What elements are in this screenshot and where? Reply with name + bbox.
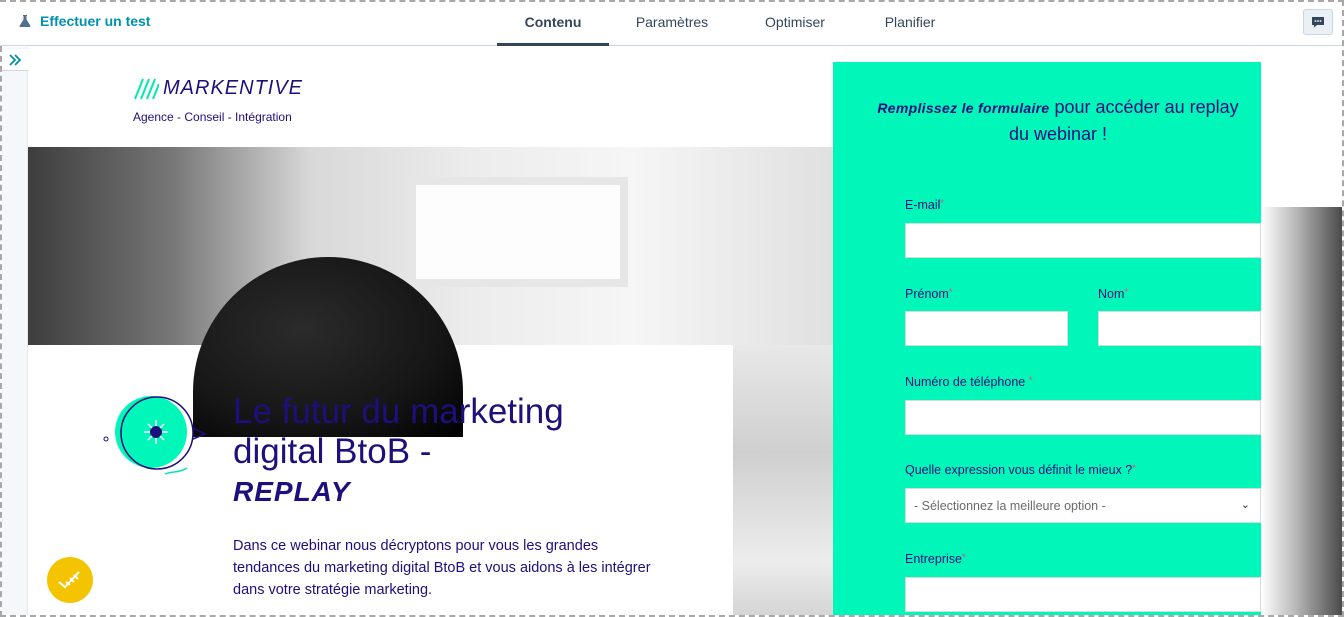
lastname-field[interactable] xyxy=(1098,311,1261,346)
phone-label: Numéro de téléphone * xyxy=(905,375,1033,389)
editor-tabs: Contenu Paramètres Optimiser Planifier xyxy=(497,0,965,46)
lastname-label: Nom* xyxy=(1098,287,1128,301)
tab-planifier[interactable]: Planifier xyxy=(855,0,965,46)
form-title-emphasis: Remplissez le formulaire xyxy=(877,100,1050,116)
page-canvas: MARKENTIVE Agence - Conseil - Intégratio… xyxy=(28,47,1342,615)
page-headline: Le futur du marketing digital BtoB - REP… xyxy=(233,392,653,512)
headline-main: Le futur du marketing digital BtoB - xyxy=(233,392,564,471)
required-mark: * xyxy=(948,287,953,297)
expand-icon xyxy=(9,53,22,66)
photo-window xyxy=(408,177,628,287)
logo-tagline: Agence - Conseil - Intégration xyxy=(133,110,292,124)
headline-replay: REPLAY xyxy=(233,476,351,507)
tab-contenu[interactable]: Contenu xyxy=(497,0,609,46)
chat-icon xyxy=(1312,17,1324,28)
required-mark: * xyxy=(1132,463,1136,473)
left-gutter xyxy=(2,47,28,615)
phone-field[interactable] xyxy=(905,400,1261,435)
expression-label: Quelle expression vous définit le mieux … xyxy=(905,463,1136,477)
webinar-bubble-icon xyxy=(103,396,207,475)
logo-wordmark: MARKENTIVE xyxy=(163,77,304,99)
page-description: Dans ce webinar nous décryptons pour vou… xyxy=(233,538,651,598)
tab-parametres[interactable]: Paramètres xyxy=(609,0,735,46)
firstname-label: Prénom* xyxy=(905,287,953,301)
frame-border-top xyxy=(0,0,1344,2)
email-field[interactable] xyxy=(905,223,1261,258)
editor-topbar: Effectuer un test Contenu Paramètres Opt… xyxy=(0,0,1344,46)
form-title: Remplissez le formulaire pour accéder au… xyxy=(873,94,1243,147)
markentive-logo[interactable]: MARKENTIVE Agence - Conseil - Intégratio… xyxy=(133,77,303,124)
required-mark: * xyxy=(1028,375,1033,385)
required-mark: * xyxy=(961,552,966,562)
right-photo-strip xyxy=(1261,207,1342,615)
logo-stripes-icon xyxy=(134,78,159,99)
company-field[interactable] xyxy=(905,577,1261,612)
company-label: Entreprise* xyxy=(905,552,966,566)
required-mark: * xyxy=(1124,287,1128,297)
firstname-field[interactable] xyxy=(905,311,1068,346)
comments-button[interactable] xyxy=(1303,9,1333,35)
flask-icon xyxy=(19,15,31,27)
chevron-down-icon: ⌄ xyxy=(1240,499,1250,511)
expression-selected: - Sélectionnez la meilleure option - xyxy=(914,499,1106,513)
required-mark: * xyxy=(940,198,944,208)
help-button[interactable] xyxy=(47,557,93,603)
email-label: E-mail* xyxy=(905,198,944,212)
tab-optimiser[interactable]: Optimiser xyxy=(735,0,855,46)
lead-form: Remplissez le formulaire pour accéder au… xyxy=(833,62,1261,615)
checkmark-icon xyxy=(58,571,80,589)
run-test-label: Effectuer un test xyxy=(40,13,151,29)
run-test-link[interactable]: Effectuer un test xyxy=(18,13,150,29)
hero-photo-lower xyxy=(733,345,833,615)
expression-select[interactable]: - Sélectionnez la meilleure option - ⌄ xyxy=(905,488,1261,523)
frame-border-left xyxy=(0,46,2,617)
hero-photo xyxy=(28,147,833,437)
expand-sidebar-button[interactable] xyxy=(2,49,28,71)
